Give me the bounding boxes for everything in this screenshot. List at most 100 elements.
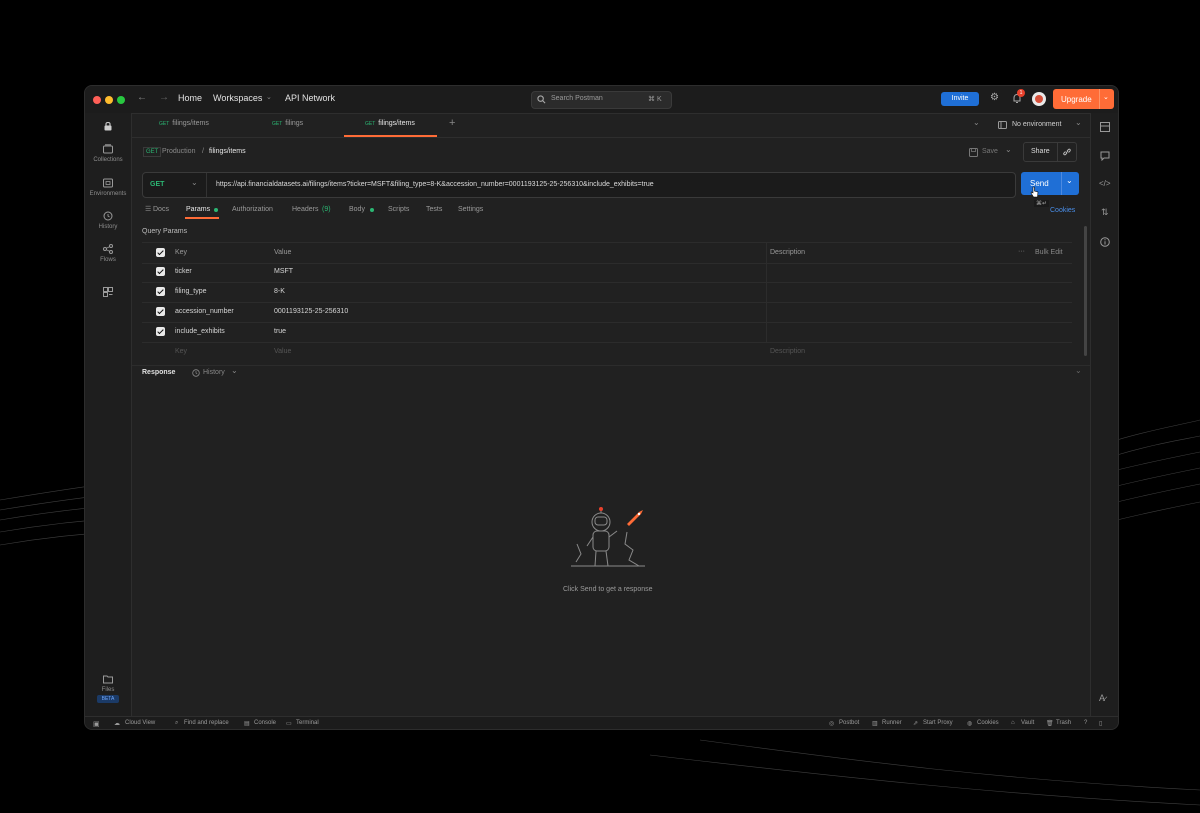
url-input[interactable]: https://api.financialdatasets.ai/filings…	[216, 181, 654, 188]
response-history-dropdown[interactable]: History	[203, 369, 225, 376]
method-select[interactable]: GET	[150, 181, 164, 188]
forward-arrow-icon[interactable]: →	[159, 92, 169, 103]
save-button[interactable]: Save	[982, 148, 998, 155]
panel-toggle-icon[interactable]: ▯	[1099, 720, 1102, 727]
collapse-response-chevron-icon[interactable]: ⌄	[1075, 366, 1082, 375]
vault-button[interactable]: Vault	[1021, 720, 1034, 726]
tabs-dropdown-chevron-icon[interactable]: ⌄	[973, 118, 980, 127]
param-value[interactable]: true	[274, 328, 286, 335]
response-empty-text: Click Send to get a response	[563, 586, 653, 593]
row-checkbox[interactable]	[156, 307, 165, 316]
sidebar-toggle-icon[interactable]: ▣	[93, 720, 100, 728]
nav-home[interactable]: Home	[178, 93, 202, 103]
request-tab[interactable]: GET filings	[272, 120, 303, 127]
related-icon[interactable]: ⇅	[1101, 207, 1109, 218]
param-value[interactable]: 0001193125-25-256310	[274, 308, 348, 315]
environment-selector[interactable]: No environment	[1012, 121, 1061, 128]
lock-icon[interactable]	[103, 121, 113, 131]
terminal-button[interactable]: Terminal	[296, 720, 319, 726]
postbot-button[interactable]: Postbot	[839, 720, 859, 726]
configure-workspace-icon[interactable]	[103, 287, 113, 297]
cookie-icon: ◍	[967, 721, 973, 727]
params-scrollbar[interactable]	[1084, 226, 1087, 356]
cookies-button[interactable]: Cookies	[977, 720, 999, 726]
sidebar-label-environments: Environments	[89, 191, 127, 197]
param-key[interactable]: filing_type	[175, 288, 207, 295]
param-key[interactable]: include_exhibits	[175, 328, 225, 335]
avatar[interactable]	[1032, 92, 1046, 106]
sidebar-item-collections[interactable]: Collections	[85, 144, 131, 163]
start-proxy-button[interactable]: Start Proxy	[923, 720, 953, 726]
flows-icon	[103, 244, 113, 254]
tab-authorization[interactable]: Authorization	[232, 206, 273, 213]
new-value-input[interactable]: Value	[274, 348, 291, 355]
param-key[interactable]: ticker	[175, 268, 192, 275]
method-chevron-icon[interactable]: ⌄	[191, 178, 198, 187]
close-window-button[interactable]	[93, 96, 101, 104]
comments-icon[interactable]	[1100, 151, 1110, 161]
invite-button[interactable]: Invite	[941, 92, 979, 106]
share-button[interactable]: Share	[1031, 148, 1050, 155]
cloud-view-button[interactable]: Cloud View	[125, 720, 155, 726]
param-value[interactable]: MSFT	[274, 268, 293, 275]
save-options-chevron-icon[interactable]: ⌄	[1005, 145, 1012, 154]
trash-button[interactable]: Trash	[1056, 720, 1071, 726]
tab-params[interactable]: Params	[186, 206, 210, 213]
send-shortcut-tooltip: ⌘↵	[1034, 200, 1050, 207]
chevron-down-icon[interactable]: ⌄	[231, 366, 238, 375]
breadcrumb-collection[interactable]: Production	[162, 148, 195, 155]
help-icon[interactable]: ?	[1084, 720, 1087, 726]
settings-gear-icon[interactable]: ⚙	[990, 92, 999, 103]
environment-chevron-icon[interactable]: ⌄	[1075, 118, 1082, 127]
chevron-down-icon: ⌄	[266, 94, 272, 101]
sidebar-item-environments[interactable]: Environments	[85, 178, 131, 197]
find-replace-button[interactable]: Find and replace	[184, 720, 229, 726]
row-checkbox[interactable]	[156, 287, 165, 296]
minimize-window-button[interactable]	[105, 96, 113, 104]
upgrade-button[interactable]: Upgrade ⌄	[1053, 89, 1114, 109]
sidebar-item-history[interactable]: History	[85, 211, 131, 230]
layout-icon[interactable]	[1100, 122, 1110, 132]
info-icon[interactable]	[1100, 237, 1110, 247]
cookies-link[interactable]: Cookies	[1050, 207, 1075, 214]
param-key[interactable]: accession_number	[175, 308, 234, 315]
runner-button[interactable]: Runner	[882, 720, 902, 726]
nav-api-network[interactable]: API Network	[285, 93, 335, 103]
chevron-down-icon[interactable]: ⌄	[1103, 93, 1109, 101]
invite-label: Invite	[951, 95, 969, 102]
sidebar-label-flows: Flows	[100, 257, 116, 263]
nav-workspaces[interactable]: Workspaces	[213, 93, 262, 103]
params-active-dot	[214, 208, 218, 212]
send-options-chevron-icon[interactable]: ⌄	[1066, 176, 1073, 185]
more-options-icon[interactable]: ···	[1018, 248, 1025, 255]
postbot-icon: ◎	[829, 721, 835, 727]
tab-headers[interactable]: Headers	[292, 206, 318, 213]
share-group: Share	[1023, 142, 1077, 162]
new-tab-plus-icon[interactable]: +	[449, 117, 455, 129]
row-checkbox[interactable]	[156, 267, 165, 276]
console-button[interactable]: Console	[254, 720, 276, 726]
right-sidebar: </> ⇅ A̷	[1090, 113, 1118, 716]
translate-icon[interactable]: A̷	[1099, 693, 1105, 703]
search-bar[interactable]: Search Postman ⌘ K	[531, 91, 672, 109]
tab-docs[interactable]: Docs	[153, 206, 169, 213]
new-description-input[interactable]: Description	[770, 348, 805, 355]
tab-body[interactable]: Body	[349, 206, 365, 213]
new-key-input[interactable]: Key	[175, 348, 187, 355]
code-icon[interactable]: </>	[1099, 179, 1111, 188]
row-checkbox[interactable]	[156, 327, 165, 336]
select-all-checkbox[interactable]	[156, 248, 165, 257]
sidebar-item-files[interactable]: Files BETA	[85, 674, 131, 703]
cloud-icon: ☁	[114, 721, 120, 727]
maximize-window-button[interactable]	[117, 96, 125, 104]
tab-settings[interactable]: Settings	[458, 206, 483, 213]
request-tab-active[interactable]: GET filings/items	[365, 120, 415, 127]
link-icon[interactable]	[1062, 147, 1072, 157]
request-tab[interactable]: GET filings/items	[159, 120, 209, 127]
sidebar-item-flows[interactable]: Flows	[85, 244, 131, 263]
tab-tests[interactable]: Tests	[426, 206, 442, 213]
tab-scripts[interactable]: Scripts	[388, 206, 409, 213]
back-arrow-icon[interactable]: ←	[137, 92, 147, 103]
bulk-edit-button[interactable]: Bulk Edit	[1035, 249, 1063, 256]
param-value[interactable]: 8-K	[274, 288, 285, 295]
